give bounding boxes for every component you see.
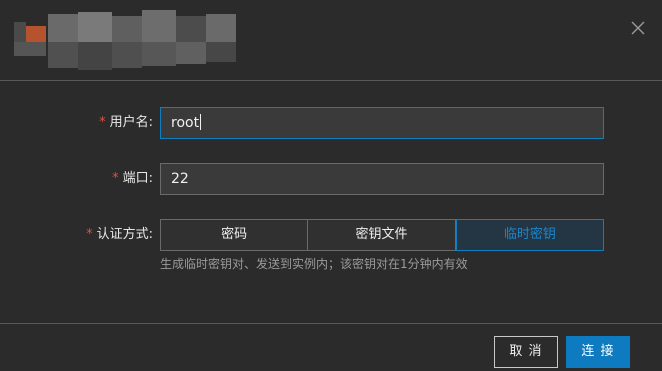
cancel-button[interactable]: 取 消 [494, 336, 558, 368]
username-input[interactable]: root [160, 107, 604, 139]
port-input[interactable]: 22 [160, 163, 604, 195]
dialog-footer: 取 消 连 接 [0, 323, 662, 371]
auth-row: * 认证方式: 密码 密钥文件 临时密钥 [0, 219, 662, 251]
username-label: * 用户名: [99, 107, 153, 139]
dialog-header [0, 0, 662, 81]
auth-label: * 认证方式: [86, 219, 153, 251]
auth-label-text: 认证方式: [96, 227, 153, 242]
required-mark: * [86, 227, 93, 242]
auth-option-password[interactable]: 密码 [160, 219, 309, 251]
connect-button[interactable]: 连 接 [566, 336, 630, 368]
text-caret [200, 114, 202, 130]
auth-hint: 生成临时密钥对、发送到实例内；该密钥对在1分钟内有效 [160, 257, 468, 271]
auth-method-selector: 密码 密钥文件 临时密钥 [160, 219, 604, 251]
dialog-title-redacted [14, 8, 254, 76]
username-row: * 用户名: root [0, 107, 662, 139]
close-icon[interactable] [628, 18, 648, 38]
auth-option-temp-key[interactable]: 临时密钥 [455, 219, 604, 251]
username-value: root [171, 115, 200, 131]
port-row: * 端口: 22 [0, 163, 662, 195]
port-label: * 端口: [112, 163, 153, 195]
port-label-text: 端口: [122, 171, 153, 186]
username-label-text: 用户名: [109, 115, 153, 130]
required-mark: * [112, 171, 119, 186]
required-mark: * [99, 115, 106, 130]
auth-option-key-file[interactable]: 密钥文件 [308, 219, 456, 251]
port-value: 22 [171, 171, 189, 187]
